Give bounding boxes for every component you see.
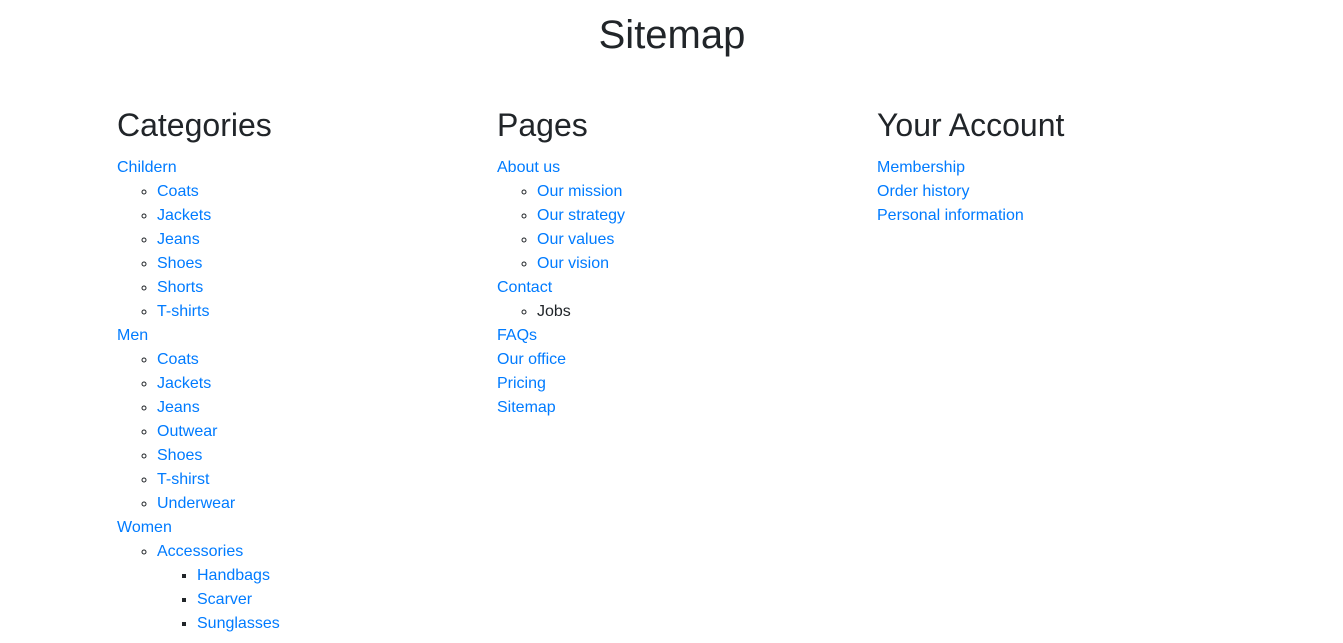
page-about: About us Our mission Our strategy Our va… <box>497 156 862 276</box>
accessories-link-sunglasses[interactable]: Sunglasses <box>197 615 280 632</box>
list-item: FAQs <box>497 324 862 348</box>
page-link-our-office[interactable]: Our office <box>497 351 566 368</box>
list-item: Accessories Handbags Scarver Sunglasses <box>157 540 482 636</box>
list-item: Coats <box>157 348 482 372</box>
account-link-order-history[interactable]: Order history <box>877 183 969 200</box>
contact-sublist: Jobs <box>497 300 862 324</box>
men-link-jeans[interactable]: Jeans <box>157 399 200 416</box>
list-item: Sitemap <box>497 396 862 420</box>
account-link-membership[interactable]: Membership <box>877 159 965 176</box>
about-link-strategy[interactable]: Our strategy <box>537 207 625 224</box>
list-item: Our mission <box>537 180 862 204</box>
category-link-men[interactable]: Men <box>117 327 148 344</box>
about-sublist: Our mission Our strategy Our values Our … <box>497 180 862 276</box>
men-link-outwear[interactable]: Outwear <box>157 423 217 440</box>
list-item: Membership <box>877 156 1242 180</box>
children-link-coats[interactable]: Coats <box>157 183 199 200</box>
list-item: Shoes <box>157 252 482 276</box>
women-sublist: Accessories Handbags Scarver Sunglasses <box>117 540 482 636</box>
list-item: Underwear <box>157 492 482 516</box>
category-women: Women Accessories Handbags Scarver Sungl… <box>117 516 482 636</box>
account-column: Your Account Membership Order history Pe… <box>862 106 1242 636</box>
list-item: Our values <box>537 228 862 252</box>
list-item: Shorts <box>157 276 482 300</box>
category-men: Men Coats Jackets Jeans Outwear Shoes T-… <box>117 324 482 516</box>
accessories-link-scarver[interactable]: Scarver <box>197 591 252 608</box>
list-item: Handbags <box>197 564 482 588</box>
page-link-faqs[interactable]: FAQs <box>497 327 537 344</box>
accessories-link-handbags[interactable]: Handbags <box>197 567 270 584</box>
account-list: Membership Order history Personal inform… <box>877 156 1242 228</box>
list-item: Jackets <box>157 372 482 396</box>
sitemap-columns: Categories Childern Coats Jackets Jeans … <box>102 106 1242 636</box>
list-item: Shoes <box>157 444 482 468</box>
about-link-mission[interactable]: Our mission <box>537 183 622 200</box>
list-item: Outwear <box>157 420 482 444</box>
women-link-accessories[interactable]: Accessories <box>157 543 243 560</box>
categories-heading: Categories <box>117 107 272 143</box>
list-item: Our vision <box>537 252 862 276</box>
men-link-shoes[interactable]: Shoes <box>157 447 202 464</box>
children-link-jackets[interactable]: Jackets <box>157 207 211 224</box>
list-item: T-shirts <box>157 300 482 324</box>
list-item: Scarver <box>197 588 482 612</box>
list-item: T-shirst <box>157 468 482 492</box>
account-heading: Your Account <box>877 107 1065 143</box>
list-item: Jackets <box>157 204 482 228</box>
category-link-children[interactable]: Childern <box>117 159 177 176</box>
men-link-jackets[interactable]: Jackets <box>157 375 211 392</box>
about-link-vision[interactable]: Our vision <box>537 255 609 272</box>
children-link-shoes[interactable]: Shoes <box>157 255 202 272</box>
category-link-women[interactable]: Women <box>117 519 172 536</box>
men-link-coats[interactable]: Coats <box>157 351 199 368</box>
categories-list: Childern Coats Jackets Jeans Shoes Short… <box>117 156 482 636</box>
list-item: Jobs <box>537 300 862 324</box>
list-item: Our office <box>497 348 862 372</box>
page-link-about-us[interactable]: About us <box>497 159 560 176</box>
children-link-shorts[interactable]: Shorts <box>157 279 203 296</box>
list-item: Personal information <box>877 204 1242 228</box>
page-link-sitemap[interactable]: Sitemap <box>497 399 556 416</box>
children-link-tshirts[interactable]: T-shirts <box>157 303 209 320</box>
contact-item-jobs: Jobs <box>537 303 571 320</box>
pages-column: Pages About us Our mission Our strategy … <box>482 106 862 636</box>
page-title: Sitemap <box>598 13 746 57</box>
category-children: Childern Coats Jackets Jeans Shoes Short… <box>117 156 482 324</box>
about-link-values[interactable]: Our values <box>537 231 614 248</box>
men-link-tshirst[interactable]: T-shirst <box>157 471 209 488</box>
list-item: Pricing <box>497 372 862 396</box>
men-link-underwear[interactable]: Underwear <box>157 495 235 512</box>
pages-heading: Pages <box>497 107 588 143</box>
list-item: Jeans <box>157 396 482 420</box>
accessories-sublist: Handbags Scarver Sunglasses <box>157 564 482 636</box>
page-link-pricing[interactable]: Pricing <box>497 375 546 392</box>
pages-list: About us Our mission Our strategy Our va… <box>497 156 862 420</box>
children-sublist: Coats Jackets Jeans Shoes Shorts T-shirt… <box>117 180 482 324</box>
account-link-personal-information[interactable]: Personal information <box>877 207 1024 224</box>
list-item: Jeans <box>157 228 482 252</box>
men-sublist: Coats Jackets Jeans Outwear Shoes T-shir… <box>117 348 482 516</box>
categories-column: Categories Childern Coats Jackets Jeans … <box>102 106 482 636</box>
list-item: Coats <box>157 180 482 204</box>
page-link-contact[interactable]: Contact <box>497 279 552 296</box>
list-item: Our strategy <box>537 204 862 228</box>
children-link-jeans[interactable]: Jeans <box>157 231 200 248</box>
list-item: Sunglasses <box>197 612 482 636</box>
sitemap-container: Sitemap Categories Childern Coats Jacket… <box>102 0 1242 636</box>
page-contact: Contact Jobs <box>497 276 862 324</box>
list-item: Order history <box>877 180 1242 204</box>
